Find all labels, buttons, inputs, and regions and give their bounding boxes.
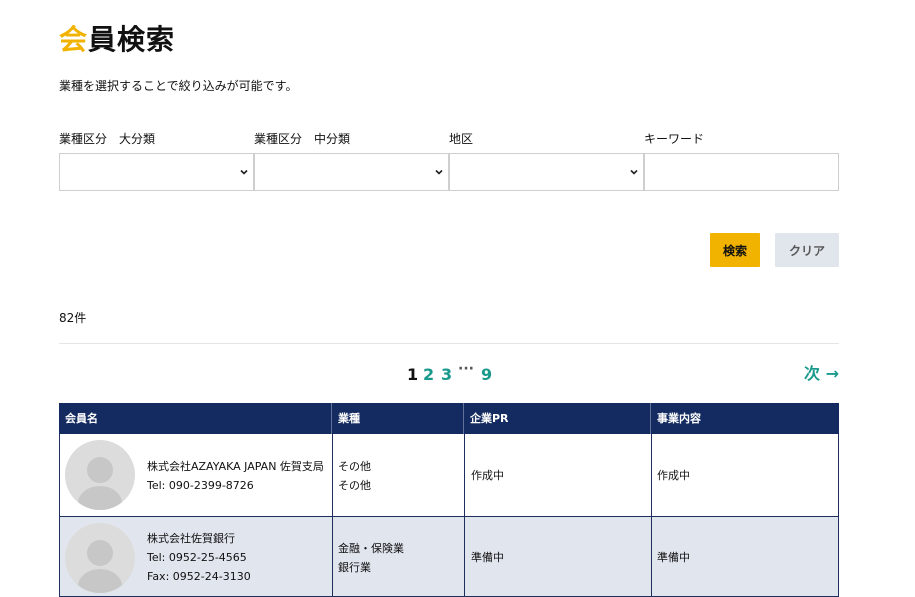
avatar xyxy=(65,523,135,593)
chevron-down-icon xyxy=(630,169,638,175)
table-row[interactable]: 株式会社AZAYAKA JAPAN 佐賀支局 Tel: 090-2399-872… xyxy=(59,434,839,517)
business-cell: 準備中 xyxy=(657,551,690,564)
member-name[interactable]: 株式会社AZAYAKA JAPAN 佐賀支局 xyxy=(147,457,324,476)
pr-cell: 作成中 xyxy=(471,469,504,482)
member-search-page: 会員検索 業種を選択することで絞り込みが可能です。 業種区分 大分類 業種区分 … xyxy=(0,0,915,597)
industry-major: 金融・保険業 xyxy=(338,542,404,555)
page-title-rest: 員検索 xyxy=(88,23,176,56)
column-divider xyxy=(464,517,465,596)
member-fax: Fax: 0952-24-3130 xyxy=(147,570,251,583)
page-link-2[interactable]: 2 xyxy=(423,365,434,385)
page-link-3[interactable]: 3 xyxy=(441,365,452,385)
column-divider xyxy=(464,434,465,516)
page-title: 会員検索 xyxy=(59,22,175,58)
business-cell: 作成中 xyxy=(657,469,690,482)
clear-button[interactable]: クリア xyxy=(775,233,839,267)
member-tel: Tel: 090-2399-8726 xyxy=(147,479,254,492)
major-category-select[interactable] xyxy=(59,153,254,191)
industry-major: その他 xyxy=(338,460,371,473)
industry-middle: 銀行業 xyxy=(338,561,371,574)
industry-cell: 金融・保険業 銀行業 xyxy=(338,539,404,577)
column-header-business: 事業内容 xyxy=(657,412,701,425)
column-header-industry: 業種 xyxy=(332,403,464,434)
area-label: 地区 xyxy=(449,132,474,146)
industry-middle: その他 xyxy=(338,479,371,492)
middle-category-select[interactable] xyxy=(254,153,449,191)
avatar-body xyxy=(78,486,122,510)
avatar xyxy=(65,440,135,510)
column-divider xyxy=(332,434,333,516)
middle-category-label: 業種区分 中分類 xyxy=(254,132,351,146)
table-row[interactable]: 株式会社佐賀銀行 Tel: 0952-25-4565 Fax: 0952-24-… xyxy=(59,517,839,597)
member-name[interactable]: 株式会社佐賀銀行 xyxy=(147,529,251,548)
chevron-down-icon xyxy=(435,169,443,175)
divider xyxy=(59,343,839,344)
member-tel: Tel: 0952-25-4565 xyxy=(147,551,247,564)
column-divider xyxy=(651,434,652,516)
page-link-9[interactable]: 9 xyxy=(481,365,492,385)
pr-cell: 準備中 xyxy=(471,551,504,564)
chevron-down-icon xyxy=(240,169,248,175)
avatar-head xyxy=(87,457,113,483)
page-title-accent: 会 xyxy=(59,23,89,56)
next-page-link[interactable]: 次 → xyxy=(804,364,839,384)
column-divider xyxy=(332,517,333,596)
column-divider xyxy=(651,517,652,596)
page-ellipsis: ··· xyxy=(458,361,474,377)
table-header: 会員名 業種 企業PR 事業内容 xyxy=(59,403,839,437)
column-header-member: 会員名 xyxy=(59,403,332,434)
industry-cell: その他 その他 xyxy=(338,457,371,495)
keyword-label: キーワード xyxy=(644,132,705,146)
page-current: 1 xyxy=(407,365,419,384)
avatar-body xyxy=(78,569,122,593)
area-select[interactable] xyxy=(449,153,644,191)
column-header-pr: 企業PR xyxy=(464,403,651,434)
member-info: 株式会社AZAYAKA JAPAN 佐賀支局 Tel: 090-2399-872… xyxy=(147,457,324,495)
page-description: 業種を選択することで絞り込みが可能です。 xyxy=(59,79,298,93)
search-button[interactable]: 検索 xyxy=(710,233,760,267)
keyword-input[interactable] xyxy=(644,153,839,191)
result-count: 82件 xyxy=(59,311,87,325)
member-info: 株式会社佐賀銀行 Tel: 0952-25-4565 Fax: 0952-24-… xyxy=(147,529,251,586)
major-category-label: 業種区分 大分類 xyxy=(59,132,156,146)
avatar-head xyxy=(87,540,113,566)
